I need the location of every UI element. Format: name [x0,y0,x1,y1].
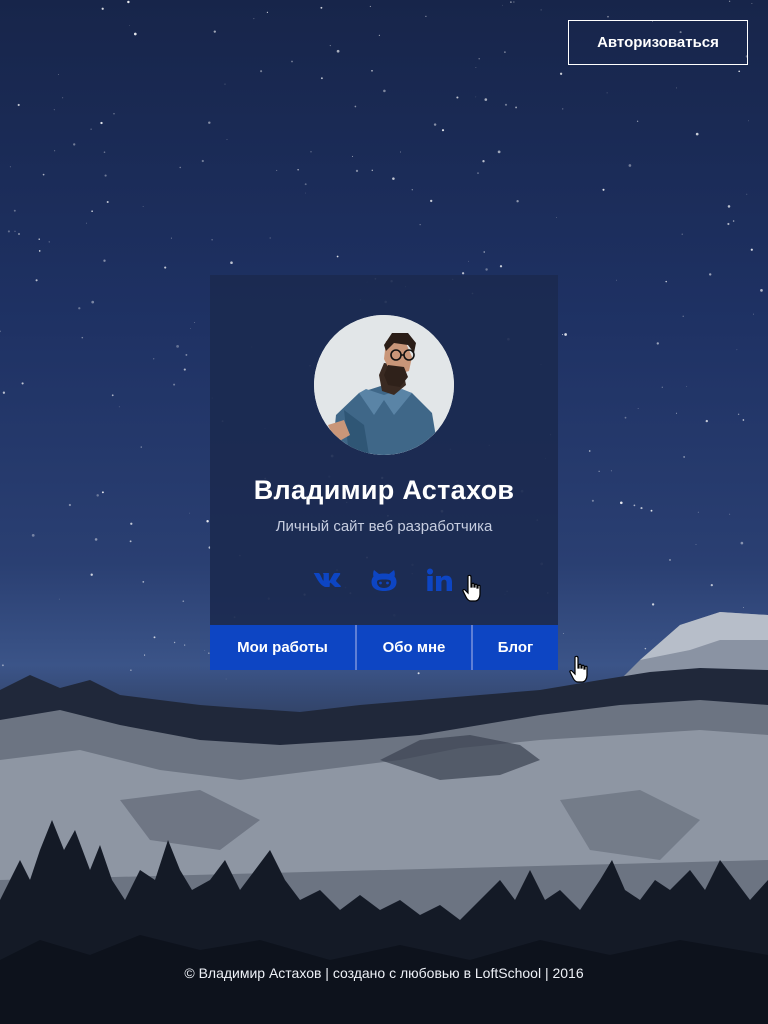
profile-card: Владимир Астахов Личный сайт веб разрабо… [210,275,558,625]
authorize-button[interactable]: Авторизоваться [568,20,748,65]
social-links [313,567,455,593]
nav-blog[interactable]: Блог [471,625,558,670]
nav-about-me[interactable]: Обо мне [355,625,471,670]
nav-my-works[interactable]: Мои работы [210,625,355,670]
page: Авторизоваться Владимир Астахов Личный с… [0,0,768,1024]
linkedin-icon [427,568,452,591]
vk-icon [313,572,341,588]
footer-copyright: © Владимир Астахов | создано с любовью в… [184,965,584,981]
github-link[interactable] [369,567,399,593]
hand-cursor-icon [462,574,481,602]
vk-link[interactable] [313,567,343,593]
profile-name: Владимир Астахов [253,475,515,505]
avatar [314,315,454,455]
profile-subtitle: Личный сайт веб разработчика [275,518,493,535]
linkedin-link[interactable] [425,567,455,593]
github-icon [371,570,397,591]
main-nav: Мои работы Обо мне Блог [210,625,558,670]
hand-cursor-icon [569,655,588,683]
